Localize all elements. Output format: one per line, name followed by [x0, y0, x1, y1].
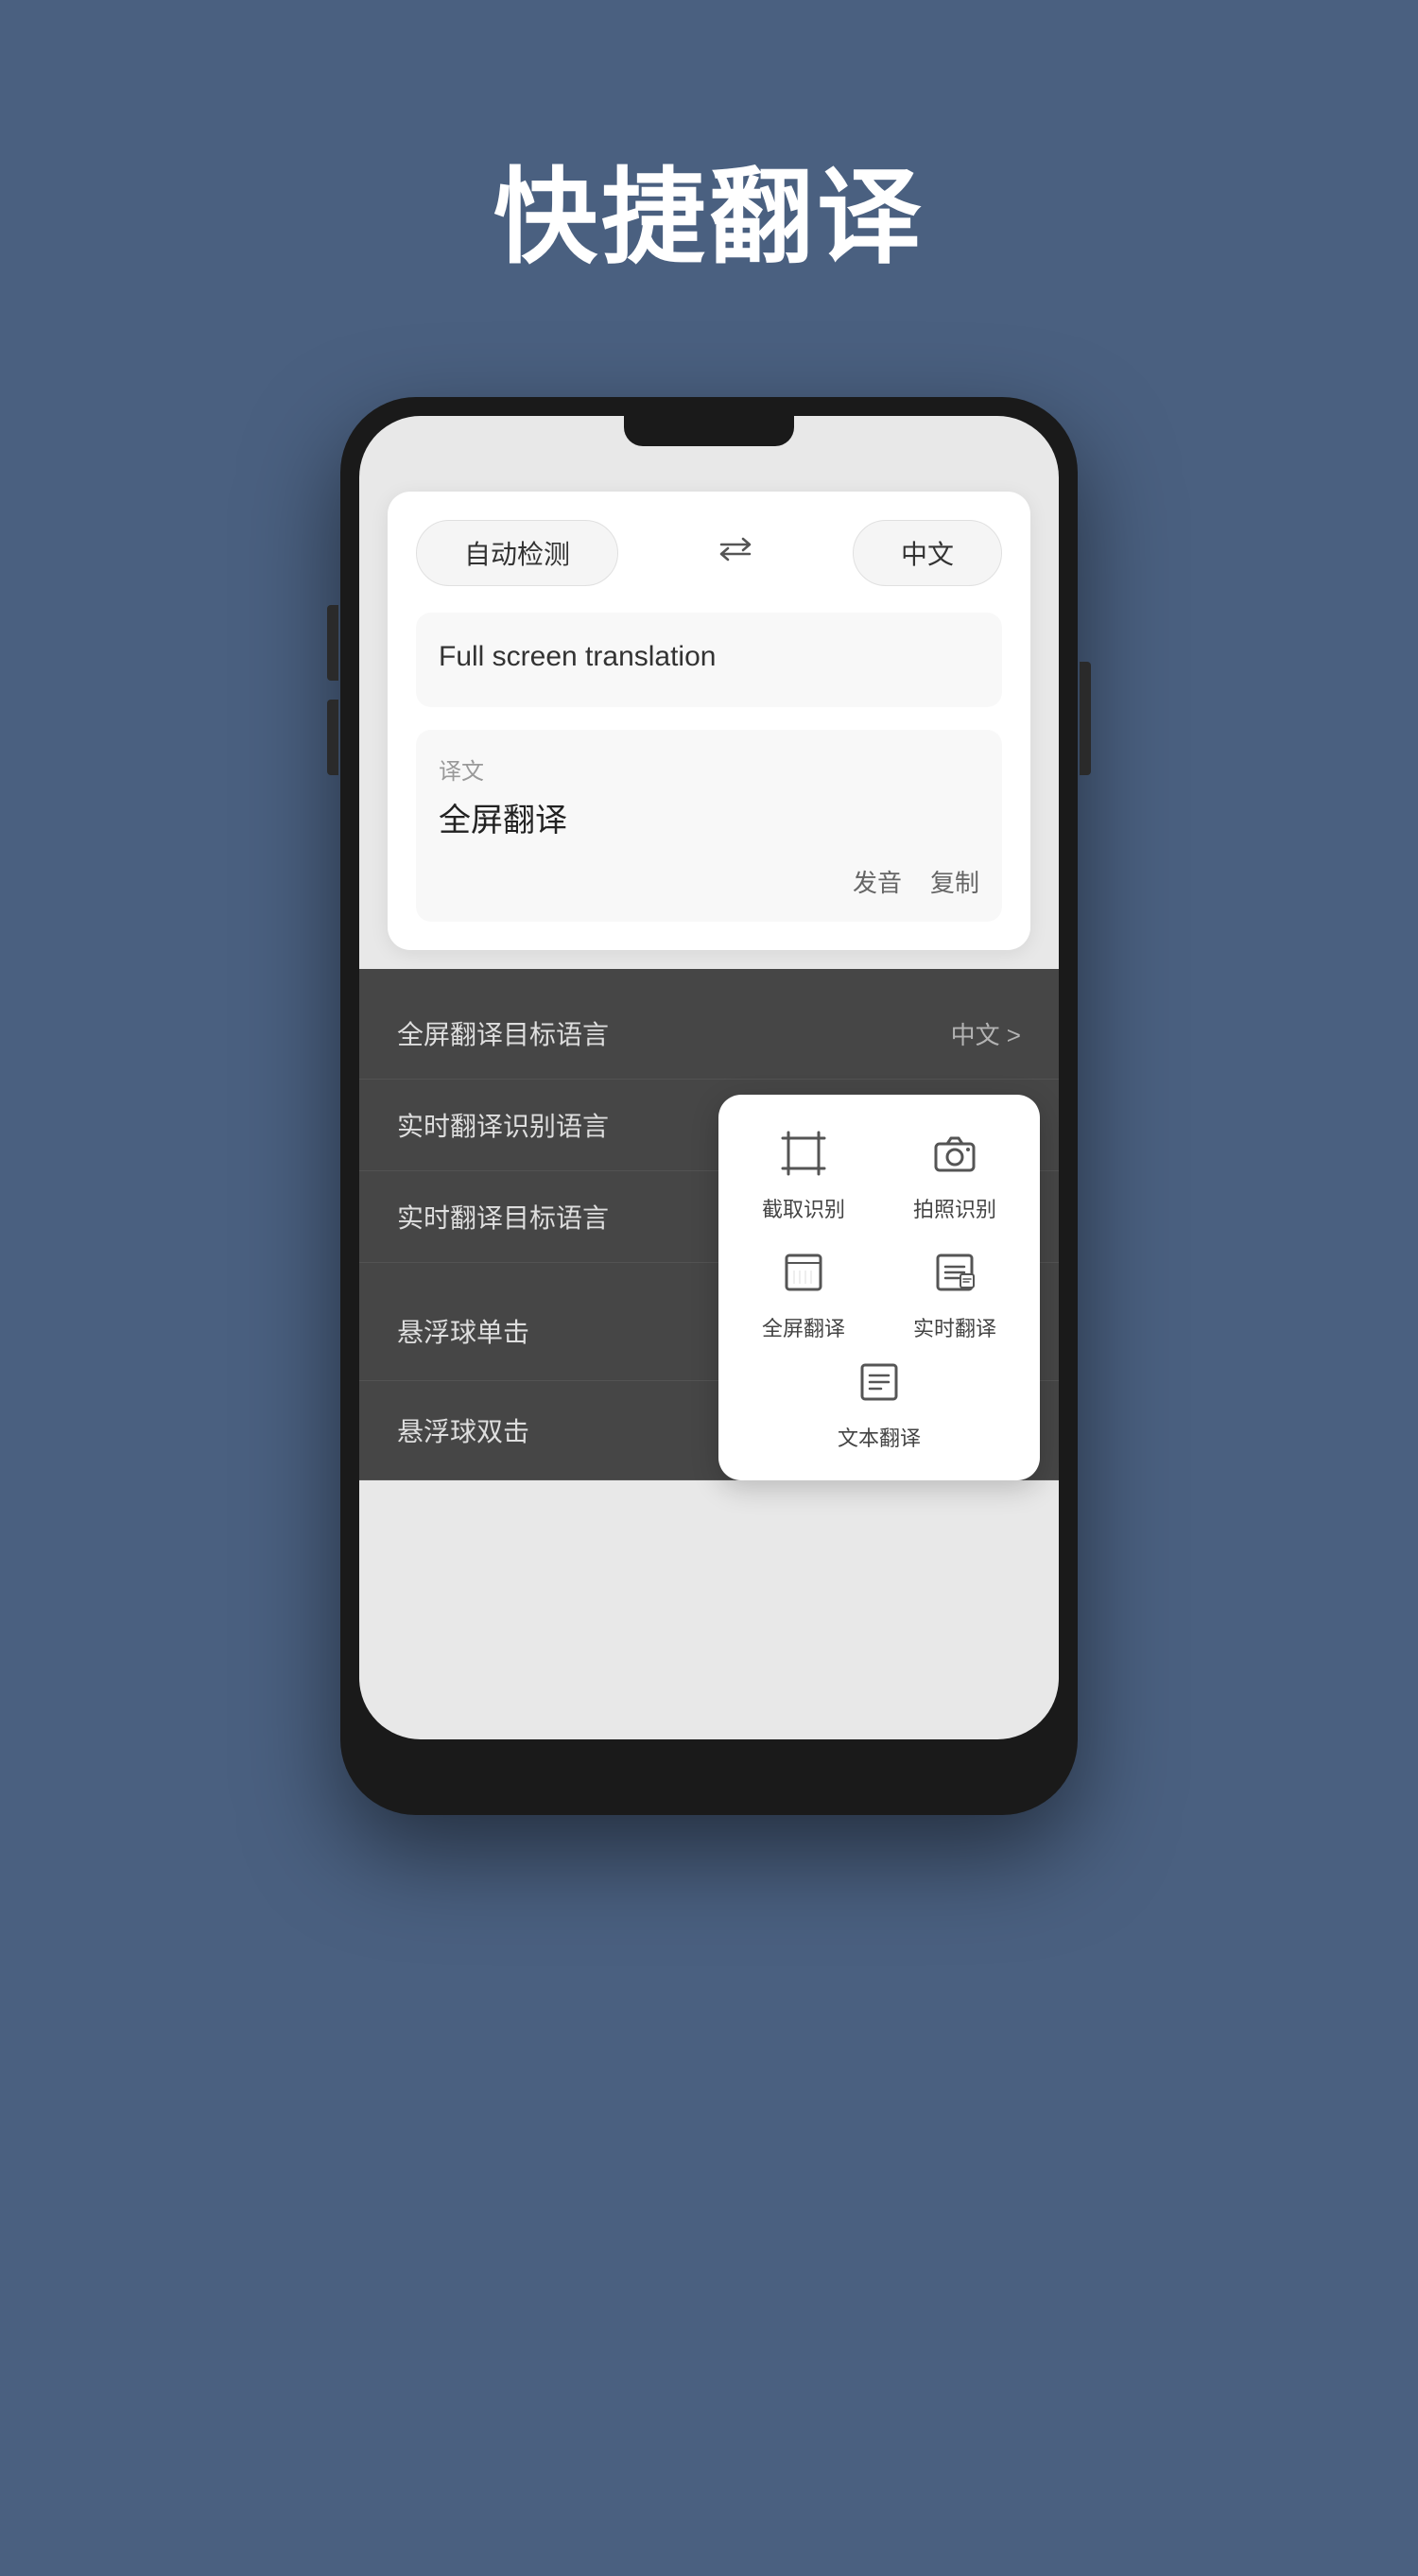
phone-screen: 自动检测 中文 Full screen translation: [359, 416, 1059, 1739]
realtime-label: 实时翻译: [913, 1312, 996, 1342]
settings-item-fullscreen-target[interactable]: 全屏翻译目标语言 中文 >: [359, 988, 1059, 1080]
floating-menu-container: 悬浮球单击 功能选项 > 悬浮球双击 截取识别 >: [359, 1282, 1059, 1480]
realtime-target-label: 实时翻译目标语言: [397, 1198, 609, 1236]
output-area: 译文 全屏翻译 发音 复制: [416, 730, 1002, 922]
floating-menu-grid: 截取识别: [737, 1123, 1021, 1342]
fullscreen-target-value: 中文 >: [951, 1016, 1021, 1051]
output-label: 译文: [439, 752, 979, 786]
floating-menu-bottom: 文本翻译: [737, 1352, 1021, 1452]
lang-selector: 自动检测 中文: [416, 520, 1002, 586]
fullscreen-target-label: 全屏翻译目标语言: [397, 1014, 609, 1052]
floating-action-menu: 截取识别: [718, 1095, 1040, 1480]
translation-card: 自动检测 中文 Full screen translation: [388, 492, 1030, 950]
screen-content: 自动检测 中文 Full screen translation: [359, 416, 1059, 1739]
fullscreen-label: 全屏翻译: [762, 1312, 845, 1342]
double-tap-label: 悬浮球双击: [397, 1411, 529, 1449]
menu-item-realtime[interactable]: 实时翻译: [889, 1242, 1021, 1342]
page-title: 快捷翻译: [493, 132, 925, 284]
menu-item-camera[interactable]: 拍照识别: [889, 1123, 1021, 1223]
text-translate-label: 文本翻译: [838, 1422, 921, 1452]
source-lang-button[interactable]: 自动检测: [416, 520, 618, 586]
text-icon: [849, 1352, 909, 1412]
menu-item-fullscreen[interactable]: 全屏翻译: [737, 1242, 870, 1342]
phone-notch: [624, 416, 794, 446]
realtime-source-label: 实时翻译识别语言: [397, 1106, 609, 1144]
power-button: [1080, 662, 1091, 775]
screenshot-label: 截取识别: [762, 1193, 845, 1223]
copy-button[interactable]: 复制: [930, 864, 979, 899]
input-text: Full screen translation: [439, 635, 979, 678]
output-text: 全屏翻译: [439, 797, 979, 845]
pronunciation-button[interactable]: 发音: [853, 864, 902, 899]
menu-item-screenshot[interactable]: 截取识别: [737, 1123, 870, 1223]
crop-icon: [773, 1123, 834, 1184]
camera-icon: [925, 1123, 985, 1184]
menu-item-text[interactable]: 文本翻译: [838, 1352, 921, 1452]
volume-down-button: [327, 700, 338, 775]
target-lang-button[interactable]: 中文: [853, 520, 1002, 586]
realtime-icon: [925, 1242, 985, 1303]
swap-languages-button[interactable]: [717, 535, 754, 571]
single-tap-label: 悬浮球单击: [397, 1312, 529, 1350]
camera-label: 拍照识别: [913, 1193, 996, 1223]
input-area[interactable]: Full screen translation: [416, 613, 1002, 707]
fullscreen-icon: [773, 1242, 834, 1303]
phone-frame: 自动检测 中文 Full screen translation: [340, 397, 1078, 1815]
output-actions: 发音 复制: [439, 864, 979, 899]
volume-up-button: [327, 605, 338, 681]
